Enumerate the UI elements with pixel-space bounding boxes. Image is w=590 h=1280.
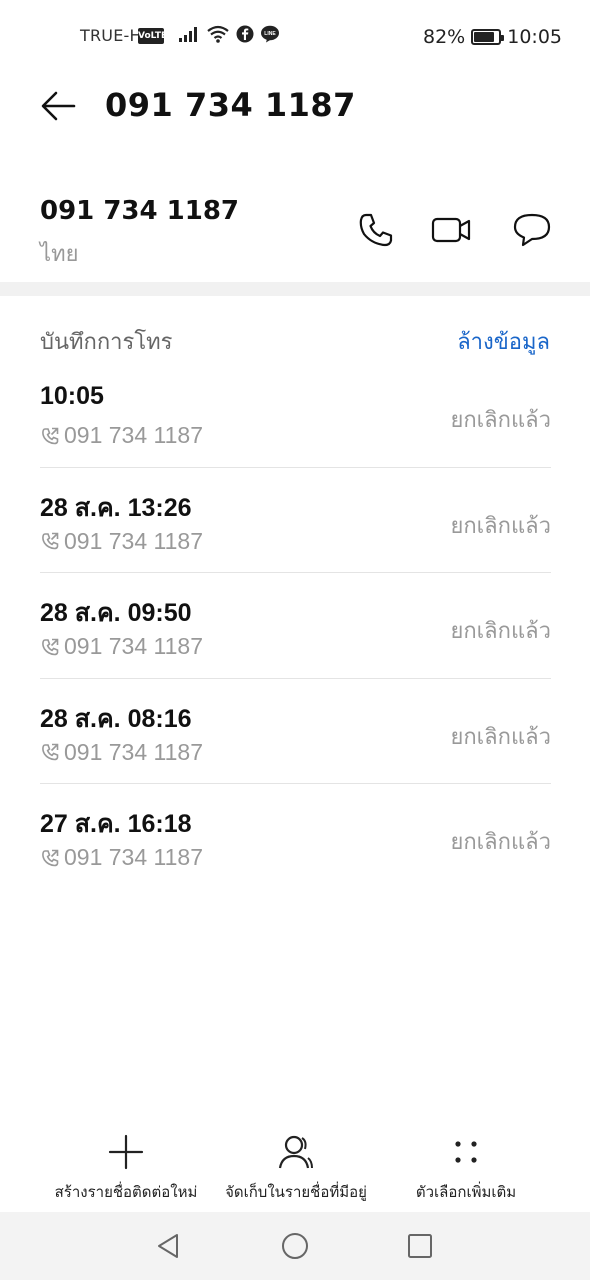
create-contact-icon-wrap: [106, 1130, 146, 1174]
call-number: 091 734 1187: [64, 738, 203, 765]
create-contact-label: สร้างรายชื่อติดต่อใหม่: [54, 1184, 198, 1201]
call-button[interactable]: [354, 208, 398, 252]
call-log-entry[interactable]: 27 ส.ค. 16:18 091 734 1187 ยกเลิกแล้ว: [40, 784, 551, 890]
outgoing-call-icon: [42, 743, 59, 761]
call-status: ยกเลิกแล้ว: [450, 829, 551, 854]
bottom-toolbar: สร้างรายชื่อติดต่อใหม่ จัดเก็บในรายชื่อท…: [0, 1130, 590, 1210]
back-button[interactable]: [38, 86, 78, 126]
call-status: ยกเลิกแล้ว: [450, 512, 551, 538]
more-dots-icon: [455, 1141, 477, 1163]
clock: 10:05: [507, 26, 562, 48]
save-existing-icon-wrap: [276, 1130, 316, 1174]
call-time: 28 ส.ค. 09:50: [40, 599, 192, 627]
call-detail-line: 091 734 1187: [40, 633, 203, 660]
call-log-header: บันทึกการโทร ล้างข้อมูล: [0, 322, 590, 362]
more-options-button[interactable]: ตัวเลือกเพิ่มเติม: [404, 1130, 528, 1210]
carrier-label: TRUE-H: [80, 26, 142, 45]
nav-back-button[interactable]: [150, 1228, 186, 1264]
volte-badge: VoLTE: [138, 28, 167, 44]
call-log-entry[interactable]: 10:05 091 734 1187 ยกเลิกแล้ว: [40, 362, 551, 468]
more-options-icon-wrap: [446, 1130, 486, 1174]
call-number: 091 734 1187: [64, 844, 203, 870]
message-icon: [513, 213, 551, 247]
battery-icon: [471, 29, 505, 45]
outgoing-call-icon: [42, 849, 59, 866]
back-arrow-icon: [41, 91, 76, 121]
line-icon: LINE: [260, 25, 280, 47]
call-time: 27 ส.ค. 16:18: [40, 810, 192, 838]
nav-recents-button[interactable]: [402, 1228, 438, 1264]
status-right: 82% 10:05: [423, 26, 562, 48]
nav-home-button[interactable]: [277, 1228, 313, 1264]
call-number: 091 734 1187: [64, 527, 203, 554]
call-detail-line: 091 734 1187: [40, 528, 203, 555]
battery-percent: 82%: [423, 26, 466, 48]
save-to-existing-button[interactable]: จัดเก็บในรายชื่อที่มีอยู่: [218, 1130, 374, 1210]
call-number: 091 734 1187: [64, 422, 203, 448]
message-button[interactable]: [510, 208, 554, 252]
call-detail-screen: TRUE-H VoLTE LINE 82% 10:05 091 734 1187…: [0, 0, 590, 1280]
call-log-list: 10:05 091 734 1187 ยกเลิกแล้ว 28 ส.ค. 13…: [40, 362, 551, 890]
clear-log-button[interactable]: ล้างข้อมูล: [457, 324, 550, 359]
call-log-entry[interactable]: 28 ส.ค. 08:16 091 734 1187 ยกเลิกแล้ว: [40, 679, 551, 784]
outgoing-call-icon: [42, 532, 59, 550]
call-detail-line: 091 734 1187: [40, 844, 203, 871]
page-title: 091 734 1187: [105, 86, 356, 124]
call-detail-line: 091 734 1187: [40, 422, 203, 449]
svg-text:LINE: LINE: [264, 31, 276, 37]
circle-home-icon: [282, 1233, 308, 1259]
call-log-title: บันทึกการโทร: [40, 329, 173, 354]
status-bar: TRUE-H VoLTE LINE 82% 10:05: [0, 0, 590, 72]
save-existing-label: จัดเก็บในรายชื่อที่มีอยู่: [225, 1184, 367, 1201]
person-icon: [278, 1135, 313, 1169]
phone-icon: [359, 213, 393, 247]
video-call-icon: [431, 217, 471, 243]
contact-number: 091 734 1187: [40, 196, 240, 226]
triangle-back-icon: [158, 1234, 178, 1258]
plus-icon: [108, 1134, 144, 1170]
call-time: 28 ส.ค. 08:16: [40, 704, 192, 733]
outgoing-call-icon: [42, 638, 59, 655]
call-status: ยกเลิกแล้ว: [450, 407, 551, 432]
section-divider: [0, 282, 590, 296]
more-options-label: ตัวเลือกเพิ่มเติม: [415, 1184, 517, 1201]
video-call-button[interactable]: [430, 208, 474, 252]
status-icons: LINE: [178, 24, 280, 48]
call-number: 091 734 1187: [64, 633, 203, 659]
facebook-icon: [236, 25, 254, 47]
contact-region: ไทย: [40, 241, 79, 266]
wifi-icon: [206, 24, 230, 48]
square-recents-icon: [408, 1234, 432, 1258]
outgoing-call-icon: [42, 427, 59, 444]
call-time: 10:05: [40, 382, 104, 410]
call-log-entry[interactable]: 28 ส.ค. 13:26 091 734 1187 ยกเลิกแล้ว: [40, 468, 551, 573]
create-contact-button[interactable]: สร้างรายชื่อติดต่อใหม่: [48, 1130, 204, 1210]
call-time: 28 ส.ค. 13:26: [40, 493, 192, 522]
contact-card: 091 734 1187 ไทย: [0, 190, 590, 280]
call-detail-line: 091 734 1187: [40, 739, 203, 766]
system-nav-bar: [0, 1212, 590, 1280]
app-header: 091 734 1187: [0, 80, 590, 136]
call-log-entry[interactable]: 28 ส.ค. 09:50 091 734 1187 ยกเลิกแล้ว: [40, 573, 551, 679]
signal-icon: [178, 25, 200, 47]
call-status: ยกเลิกแล้ว: [450, 723, 551, 749]
call-status: ยกเลิกแล้ว: [450, 618, 551, 643]
